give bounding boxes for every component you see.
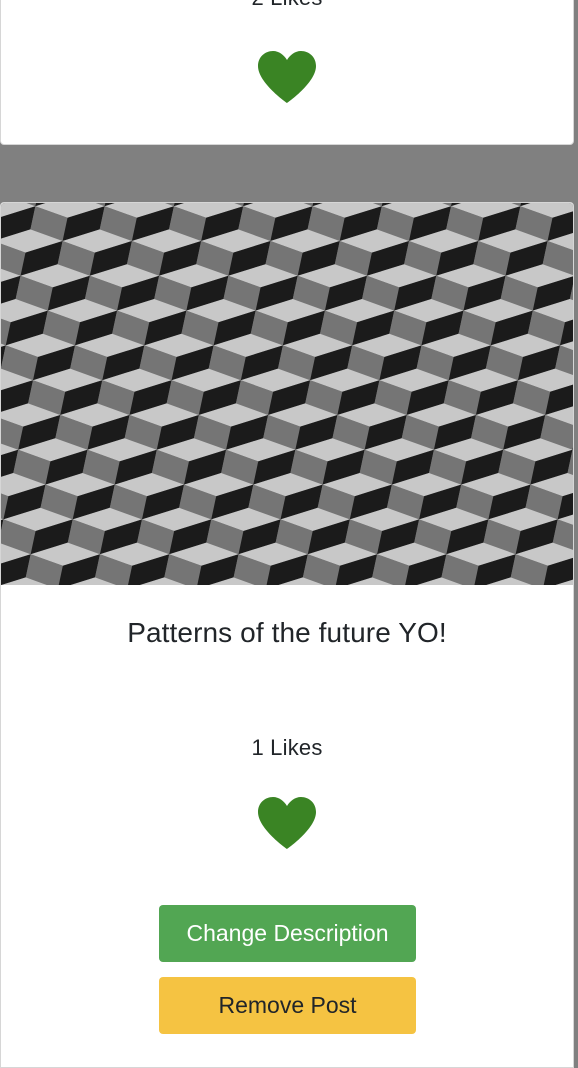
heart-icon: [258, 797, 316, 849]
likes-count: 1 Likes: [251, 735, 323, 760]
post-card-previous: 2 Likes: [0, 0, 574, 145]
change-description-button[interactable]: Change Description: [159, 905, 416, 962]
like-button[interactable]: [256, 795, 318, 851]
post-description: Patterns of the future YO!: [127, 617, 447, 648]
like-button[interactable]: [256, 49, 318, 105]
heart-icon: [258, 51, 316, 103]
remove-post-button[interactable]: Remove Post: [159, 977, 416, 1034]
post-card: Patterns of the future YO! 1 Likes Chang…: [0, 202, 574, 1068]
post-image: [1, 203, 573, 585]
likes-count: 2 Likes: [1, 0, 573, 11]
